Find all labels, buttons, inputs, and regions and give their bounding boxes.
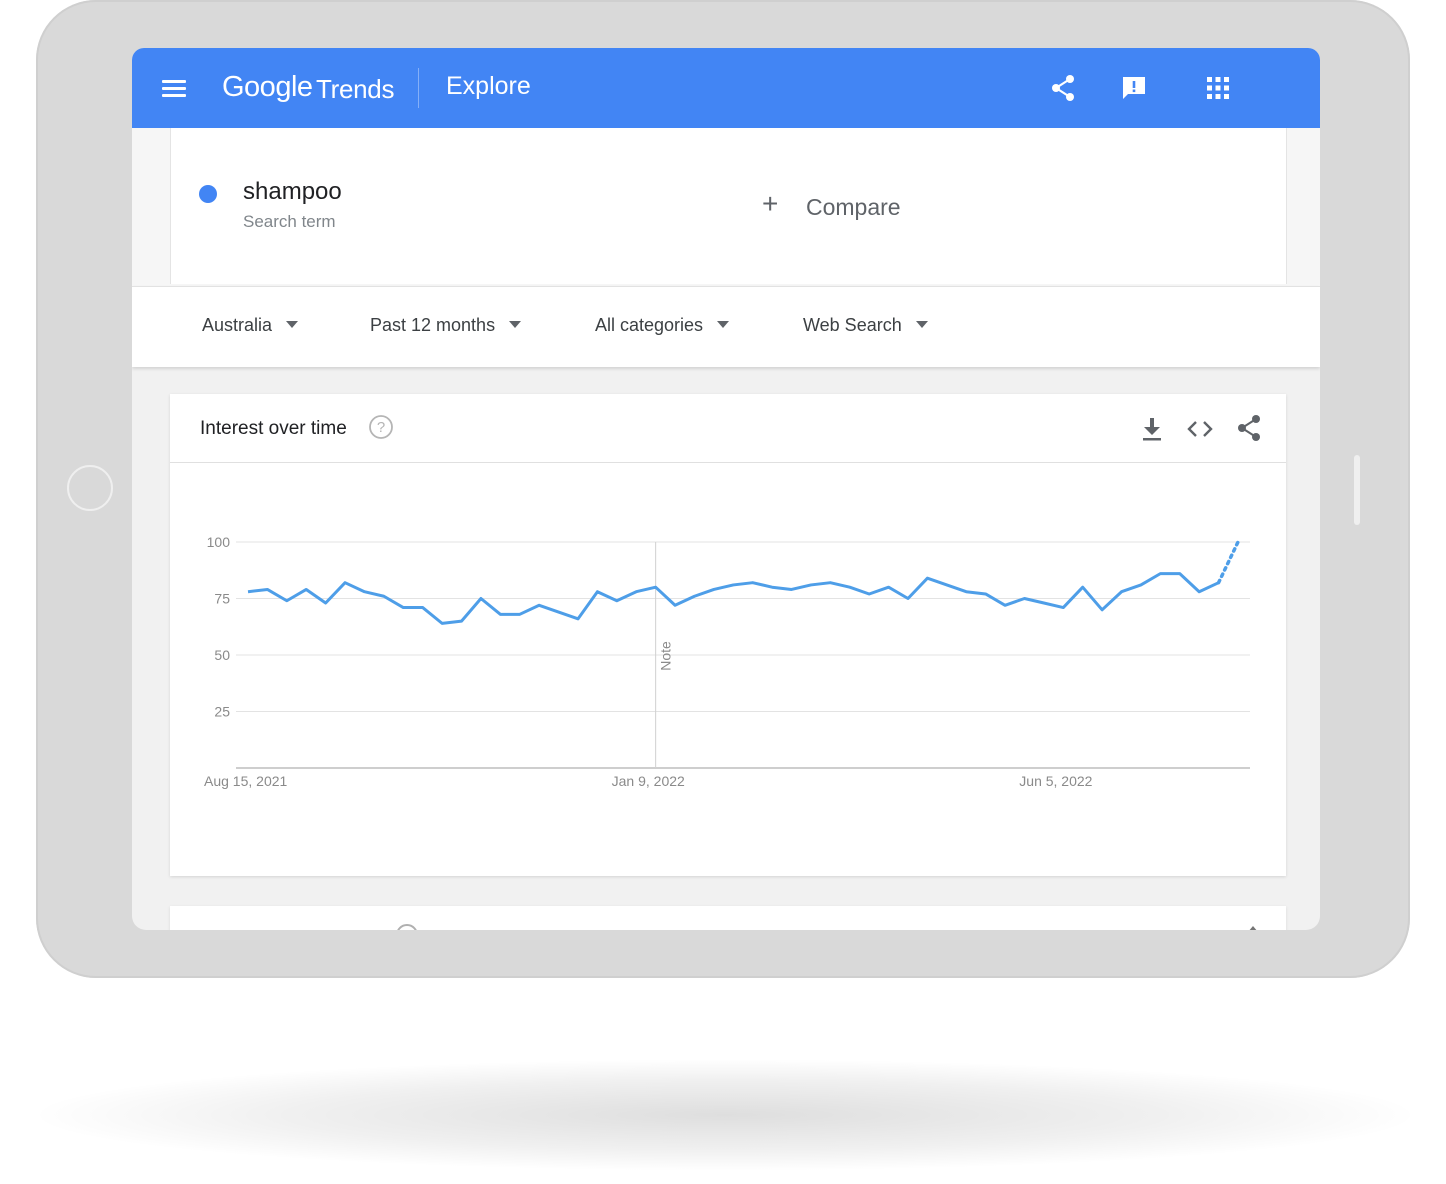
feedback-icon[interactable] — [1120, 74, 1148, 102]
y-tick-label: 100 — [207, 534, 231, 550]
time-dropdown[interactable]: Past 12 months — [370, 315, 522, 336]
y-tick-label: 25 — [214, 704, 230, 720]
interest-over-time-card: Interest over time ? 100 75 50 25 Note A… — [170, 394, 1286, 876]
tablet-frame: Google Trends Explore shampoo Search ter… — [36, 0, 1410, 978]
region-dropdown[interactable]: Australia — [202, 315, 299, 336]
y-tick-label: 50 — [214, 647, 230, 663]
compare-card[interactable]: + Compare — [728, 128, 1287, 284]
dropdown-arrow-icon — [509, 320, 522, 328]
plus-icon: + — [762, 188, 779, 219]
dropdown-arrow-icon — [717, 320, 730, 328]
note-label: Note — [658, 641, 674, 671]
series-partial-line — [1216, 540, 1240, 585]
dropdown-arrow-icon — [915, 320, 928, 328]
search-term-card[interactable]: shampoo Search term — [170, 128, 730, 284]
chevron-up-icon — [1248, 926, 1258, 930]
screen: Google Trends Explore shampoo Search ter… — [132, 48, 1320, 930]
filter-bar: Australia Past 12 months All categories … — [132, 286, 1320, 367]
apps-icon[interactable] — [1206, 76, 1230, 100]
share-icon[interactable] — [1048, 73, 1078, 103]
next-card — [170, 906, 1286, 930]
x-tick-label: Aug 15, 2021 — [204, 773, 288, 789]
term-color-dot — [199, 185, 217, 203]
app-bar: Google Trends Explore — [132, 48, 1320, 128]
logo-trends[interactable]: Trends — [316, 74, 394, 105]
side-button — [1354, 455, 1360, 525]
x-tick-label: Jan 9, 2022 — [612, 773, 685, 789]
app-bar-divider — [418, 68, 419, 108]
category-label: All categories — [595, 315, 704, 335]
region-label: Australia — [202, 315, 273, 335]
time-label: Past 12 months — [370, 315, 496, 335]
category-dropdown[interactable]: All categories — [595, 315, 730, 336]
menu-icon[interactable] — [162, 80, 186, 98]
search-term-type: Search term — [243, 212, 336, 231]
home-button[interactable] — [67, 465, 113, 511]
help-icon[interactable] — [396, 924, 418, 930]
dropdown-arrow-icon — [286, 320, 299, 328]
search-area: shampoo Search term + Compare — [132, 128, 1320, 286]
x-tick-label: Jun 5, 2022 — [1019, 773, 1092, 789]
y-tick-label: 75 — [214, 591, 230, 607]
page-title: Explore — [446, 72, 531, 100]
property-label: Web Search — [803, 315, 902, 335]
compare-button[interactable]: Compare — [806, 194, 901, 221]
tablet-shadow — [40, 1060, 1410, 1170]
search-term[interactable]: shampoo — [243, 178, 342, 206]
logo-google[interactable]: Google — [222, 71, 313, 104]
interest-chart: 100 75 50 25 Note Aug 15, 2021 Jan 9, 2022 Jun … — [204, 534, 1250, 789]
property-dropdown[interactable]: Web Search — [803, 315, 928, 336]
